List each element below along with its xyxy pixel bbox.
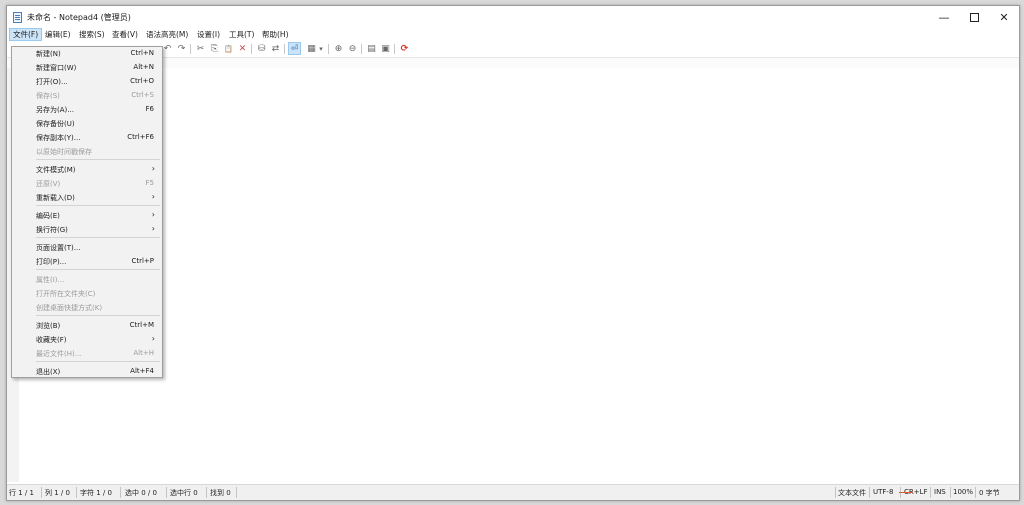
status-divider bbox=[120, 487, 121, 498]
menu-separator bbox=[36, 315, 160, 316]
menu-item-create-desktop-shortcut: 创建桌面快捷方式(K) bbox=[36, 304, 103, 312]
chevron-right-icon: › bbox=[151, 164, 155, 173]
menu-edit[interactable]: 编辑(E) bbox=[42, 28, 74, 41]
status-divider bbox=[206, 487, 207, 498]
menu-separator bbox=[36, 361, 160, 362]
menu-item-properties: 属性(I)... bbox=[36, 276, 65, 284]
toolbar-separator bbox=[328, 44, 329, 54]
menu-item-open-containing-folder: 打开所在文件夹(C) bbox=[36, 290, 96, 298]
close-button[interactable]: ✕ bbox=[989, 6, 1019, 28]
menu-item-revert: 还原(V) F5 bbox=[36, 179, 154, 188]
status-column[interactable]: 列 1 / 0 bbox=[45, 488, 70, 498]
settings-icon[interactable]: ▤ bbox=[365, 42, 378, 55]
menu-syntax[interactable]: 语法高亮(M) bbox=[143, 28, 191, 41]
menu-separator bbox=[36, 269, 160, 270]
status-char[interactable]: 字符 1 / 0 bbox=[80, 488, 112, 498]
menu-item-browse[interactable]: 浏览(B) Ctrl+M bbox=[12, 319, 162, 332]
status-size[interactable]: 0 字节 bbox=[979, 488, 1000, 498]
menu-separator bbox=[36, 159, 160, 160]
status-divider bbox=[975, 487, 976, 498]
redo-icon[interactable]: ↷ bbox=[175, 42, 188, 55]
menu-item-open[interactable]: 打开(O)... Ctrl+O bbox=[12, 75, 162, 88]
status-line[interactable]: 行 1 / 1 bbox=[9, 488, 34, 498]
window-title: 未命名 - Notepad4 (管理员) bbox=[27, 13, 131, 22]
eol-underline bbox=[899, 492, 913, 493]
minimize-button[interactable]: — bbox=[929, 6, 959, 28]
menu-help[interactable]: 帮助(H) bbox=[259, 28, 292, 41]
close-icon: ✕ bbox=[999, 10, 1009, 24]
delete-icon[interactable]: ✕ bbox=[236, 42, 249, 55]
chevron-down-icon[interactable]: ▾ bbox=[317, 42, 325, 55]
status-divider bbox=[41, 487, 42, 498]
notepad-app-icon[interactable] bbox=[13, 12, 22, 23]
copy-icon[interactable]: ⎘ bbox=[208, 42, 221, 55]
menu-view[interactable]: 查看(V) bbox=[109, 28, 141, 41]
menu-bar: 文件(F) 编辑(E) 搜索(S) 查看(V) 语法高亮(M) 设置(I) 工具… bbox=[7, 28, 1019, 41]
status-zoom[interactable]: 100% bbox=[953, 488, 973, 496]
menu-file[interactable]: 文件(F) bbox=[9, 28, 43, 41]
status-selection[interactable]: 选中 0 / 0 bbox=[125, 488, 157, 498]
status-mode[interactable]: INS bbox=[934, 488, 946, 496]
menu-item-line-endings[interactable]: 换行符(G) › bbox=[12, 223, 162, 236]
exit-icon[interactable]: ⟳ bbox=[398, 42, 411, 55]
toolbar-separator bbox=[190, 44, 191, 54]
status-bar: 行 1 / 1 列 1 / 0 字符 1 / 0 选中 0 / 0 选中行 0 … bbox=[7, 484, 1019, 500]
maximize-icon bbox=[969, 12, 979, 22]
chevron-right-icon: › bbox=[151, 334, 155, 343]
chevron-right-icon: › bbox=[151, 210, 155, 219]
toolbar-separator bbox=[394, 44, 395, 54]
status-divider bbox=[166, 487, 167, 498]
menu-item-favorites[interactable]: 收藏夹(F) › bbox=[12, 333, 162, 346]
chevron-right-icon: › bbox=[151, 192, 155, 201]
cut-icon[interactable]: ✂ bbox=[194, 42, 207, 55]
status-divider bbox=[869, 487, 870, 498]
status-lexer[interactable]: 文本文件 bbox=[838, 488, 866, 498]
title-bar[interactable]: 未命名 - Notepad4 (管理员) — ✕ bbox=[7, 6, 1019, 28]
menu-tools[interactable]: 工具(T) bbox=[226, 28, 257, 41]
save-settings-icon[interactable]: ▣ bbox=[379, 42, 392, 55]
word-wrap-icon[interactable]: ⏎ bbox=[288, 42, 301, 55]
zoom-in-icon[interactable]: ⊕ bbox=[332, 42, 345, 55]
menu-item-file-mode[interactable]: 文件模式(M) › bbox=[12, 163, 162, 176]
paste-icon[interactable]: 📋 bbox=[222, 42, 235, 55]
replace-icon[interactable]: ⇄ bbox=[269, 42, 282, 55]
menu-item-recent-files: 最近文件(H)... Alt+H bbox=[36, 349, 154, 358]
menu-item-save-original-timestamp: 以原始时间戳保存 bbox=[36, 148, 92, 156]
menu-item-encoding[interactable]: 编码(E) › bbox=[12, 209, 162, 222]
status-divider bbox=[236, 487, 237, 498]
menu-separator bbox=[36, 205, 160, 206]
menu-item-new-window[interactable]: 新建窗口(W) Alt+N bbox=[12, 61, 162, 74]
status-divider bbox=[835, 487, 836, 498]
maximize-button[interactable] bbox=[959, 6, 989, 28]
zoom-out-icon[interactable]: ⊖ bbox=[346, 42, 359, 55]
status-selected-lines[interactable]: 选中行 0 bbox=[170, 488, 198, 498]
menu-item-exit[interactable]: 退出(X) Alt+F4 bbox=[12, 365, 162, 378]
menu-item-save-backup[interactable]: 保存备份(U) bbox=[12, 117, 162, 130]
menu-item-reload[interactable]: 重新载入(D) › bbox=[12, 191, 162, 204]
status-divider bbox=[76, 487, 77, 498]
toolbar-separator bbox=[361, 44, 362, 54]
toolbar-separator bbox=[251, 44, 252, 54]
app-window: 未命名 - Notepad4 (管理员) — ✕ 文件(F) 编辑(E) 搜索(… bbox=[6, 5, 1020, 501]
menu-item-save-as[interactable]: 另存为(A)... F6 bbox=[12, 103, 162, 116]
menu-item-print[interactable]: 打印(P)... Ctrl+P bbox=[12, 255, 162, 268]
status-encoding[interactable]: UTF-8 bbox=[873, 488, 893, 496]
chevron-right-icon: › bbox=[151, 224, 155, 233]
menu-item-save: 保存(S) Ctrl+S bbox=[36, 91, 154, 100]
menu-search[interactable]: 搜索(S) bbox=[76, 28, 108, 41]
menu-item-save-copy[interactable]: 保存副本(Y)... Ctrl+F6 bbox=[12, 131, 162, 144]
status-divider bbox=[930, 487, 931, 498]
status-divider bbox=[950, 487, 951, 498]
menu-item-page-setup[interactable]: 页面设置(T)... bbox=[12, 241, 162, 254]
file-menu-dropdown: 新建(N) Ctrl+N 新建窗口(W) Alt+N 打开(O)... Ctrl+O … bbox=[11, 46, 163, 378]
minimize-icon: — bbox=[938, 10, 950, 24]
menu-separator bbox=[36, 237, 160, 238]
menu-item-new[interactable]: 新建(N) Ctrl+N bbox=[12, 47, 162, 60]
find-icon[interactable]: ⛁ bbox=[255, 42, 268, 55]
menu-settings[interactable]: 设置(I) bbox=[194, 28, 223, 41]
toolbar-separator bbox=[284, 44, 285, 54]
status-found[interactable]: 找到 0 bbox=[210, 488, 231, 498]
